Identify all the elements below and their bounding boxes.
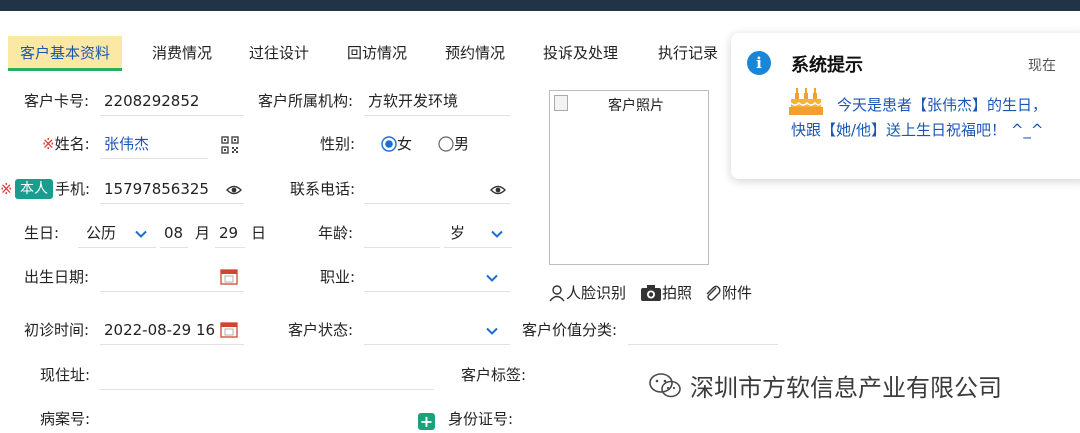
age-unit-value: 岁 [450, 224, 466, 242]
birth-month-value: 08 [164, 224, 184, 242]
tab-consumption[interactable]: 消费情况 [152, 36, 212, 70]
phone-label: 手机: [55, 180, 91, 198]
age-unit-select[interactable]: 岁 [444, 218, 512, 248]
take-photo-label: 拍照 [662, 284, 693, 302]
gender-label: 性别: [320, 135, 356, 153]
name-label: 姓名: [54, 135, 90, 153]
eye-icon[interactable] [226, 182, 242, 195]
birth-day-field[interactable]: 29 [215, 218, 245, 248]
wechat-icon [649, 372, 681, 397]
info-icon: i [747, 51, 771, 75]
tab-execution-records[interactable]: 执行记录 [658, 36, 718, 70]
name-field[interactable]: 张伟杰 [100, 129, 208, 159]
card-number-label: 客户卡号: [24, 92, 90, 110]
top-header-bar [0, 0, 1080, 11]
face-icon [548, 284, 566, 302]
calendar-type-value: 公历 [86, 224, 117, 242]
take-photo-button[interactable]: 拍照 [640, 282, 692, 304]
tab-follow-up[interactable]: 回访情况 [347, 36, 407, 70]
gender-female-radio[interactable] [381, 136, 397, 152]
first-visit-value: 2022-08-29 16 [104, 321, 216, 339]
occupation-label: 职业: [320, 268, 356, 286]
org-value: 方软开发环境 [368, 92, 459, 110]
notification-message: 今天是患者【张伟杰】的生日，快跟【她/他】送上生日祝福吧！ ^_^ [791, 96, 1048, 139]
company-watermark: 深圳市方软信息产业有限公司 [648, 368, 1002, 403]
card-number-field[interactable]: 2208292852 [100, 86, 244, 116]
notification-title: 系统提示 [791, 55, 863, 76]
age-field[interactable] [364, 218, 440, 248]
calendar-icon[interactable] [220, 267, 238, 285]
address-label: 现住址: [40, 366, 91, 384]
card-number-value: 2208292852 [104, 92, 200, 110]
customer-photo-alt: 客户照片 [608, 98, 664, 114]
chevron-down-icon [133, 226, 149, 242]
org-field[interactable]: 方软开发环境 [364, 86, 510, 116]
age-label: 年龄: [318, 224, 354, 242]
attachment-button[interactable]: 附件 [704, 282, 752, 304]
birth-day-value: 29 [219, 224, 239, 242]
system-notification: i 系统提示 现在 今天是患者【张伟杰】的生日，快跟【她/他】送上生日祝福吧！ … [731, 33, 1080, 179]
customer-photo[interactable]: 客户照片 [549, 90, 709, 265]
org-label: 客户所属机构: [258, 92, 354, 110]
birth-month-field[interactable]: 08 [160, 218, 188, 248]
first-visit-label: 初诊时间: [24, 321, 90, 339]
record-number-label: 病案号: [40, 410, 91, 428]
phone-required-mark: ※ [0, 180, 13, 198]
camera-icon [640, 284, 662, 302]
tab-customer-basic-info[interactable]: 客户基本资料 [8, 36, 123, 71]
add-icon[interactable]: + [418, 413, 435, 430]
address-field[interactable] [100, 360, 434, 390]
gender-female-label: 女 [397, 135, 413, 153]
notification-time: 现在 [1028, 58, 1056, 74]
value-class-label: 客户价值分类: [522, 321, 618, 339]
face-recognition-button[interactable]: 人脸识别 [548, 282, 626, 304]
name-value: 张伟杰 [104, 135, 150, 153]
face-recognition-label: 人脸识别 [566, 284, 627, 302]
self-badge: 本人 [15, 179, 53, 199]
paperclip-icon [704, 284, 722, 302]
id-number-label: 身份证号: [448, 410, 514, 428]
month-unit: 月 [195, 224, 211, 242]
attachment-label: 附件 [722, 284, 753, 302]
tab-past-designs[interactable]: 过往设计 [249, 36, 309, 70]
calendar-type-select[interactable]: 公历 [78, 218, 156, 248]
chevron-down-icon [484, 323, 500, 339]
customer-status-select[interactable] [364, 315, 510, 345]
value-class-field[interactable] [628, 315, 778, 345]
tags-label: 客户标签: [461, 366, 527, 384]
calendar-icon[interactable] [220, 320, 238, 338]
mobile-field[interactable]: 15797856325 [100, 174, 244, 204]
customer-status-label: 客户状态: [288, 321, 354, 339]
chevron-down-icon [484, 270, 500, 286]
required-mark: ※ [42, 135, 55, 153]
gender-male-label: 男 [454, 135, 470, 153]
day-unit: 日 [251, 224, 267, 242]
birthday-label: 生日: [24, 224, 60, 242]
tab-appointments[interactable]: 预约情况 [445, 36, 505, 70]
occupation-select[interactable] [364, 262, 510, 292]
chevron-down-icon [489, 226, 505, 242]
eye-icon[interactable] [490, 182, 506, 195]
broken-image-icon [554, 95, 568, 111]
contact-phone-label: 联系电话: [290, 180, 356, 198]
tab-bar: 客户基本资料 消费情况 过往设计 回访情况 预约情况 投诉及处理 执行记录 [0, 36, 740, 72]
qr-code-icon[interactable] [221, 136, 239, 154]
record-number-field[interactable] [100, 404, 410, 433]
gender-male-radio[interactable] [438, 136, 454, 152]
contact-phone-field[interactable] [364, 174, 510, 204]
mobile-value: 15797856325 [104, 180, 209, 198]
tab-complaints[interactable]: 投诉及处理 [543, 36, 618, 70]
watermark-text: 深圳市方软信息产业有限公司 [690, 374, 1002, 402]
birthdate-label: 出生日期: [24, 268, 90, 286]
name-label-group: ※姓名: [42, 133, 90, 155]
